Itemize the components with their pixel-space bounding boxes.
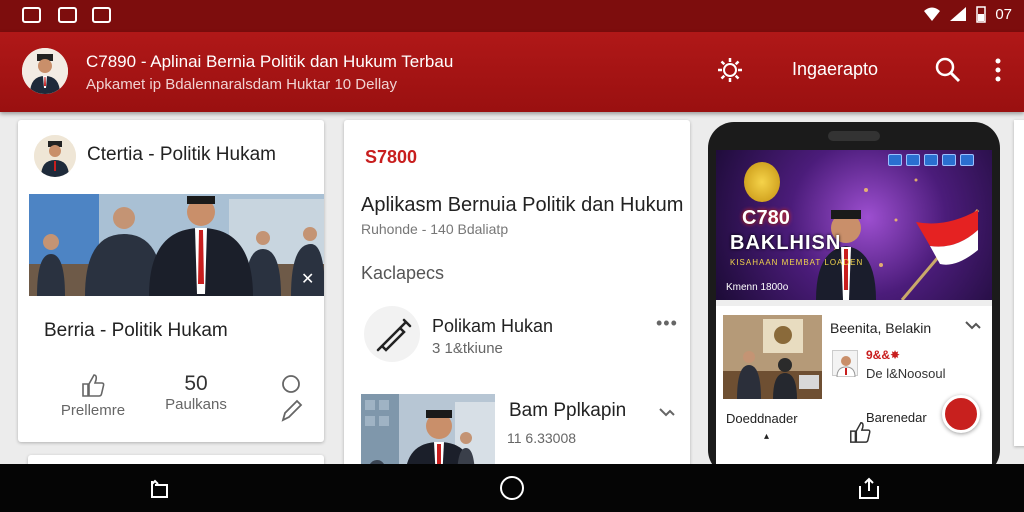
svg-text:✕: ✕ — [301, 269, 314, 288]
stat-value: 50 — [184, 372, 208, 395]
footer-right-label[interactable]: Barenedar — [866, 410, 927, 425]
phone-speaker — [828, 131, 880, 141]
item-badge-subtitle: De l&Noosoul — [866, 366, 946, 381]
search-button[interactable] — [934, 56, 962, 89]
app-code: S7800 — [365, 147, 418, 167]
navigation-bar — [0, 464, 1024, 512]
mini-avatar — [832, 350, 858, 378]
phone-mockup: C780 BAKLHISN KISAHAAN MEMBAT LOADEN Kme… — [708, 122, 1000, 476]
wifi-icon — [924, 7, 941, 21]
section-label: Kaclapecs — [361, 263, 445, 283]
record-button[interactable] — [942, 395, 980, 433]
card-title: Ctertia - Politik Hukam — [87, 144, 276, 165]
app-title: C7890 - Aplinai Bernia Politik dan Hukum… — [86, 52, 454, 71]
signal-icon — [950, 7, 967, 21]
news-image[interactable]: ✕ — [29, 194, 324, 296]
list-item-subtitle: 3 1&tkiune — [432, 340, 503, 357]
stat-prellemre[interactable]: Prellemre — [48, 372, 138, 419]
nav-recent-icon — [859, 477, 879, 499]
status-time: 07 — [995, 5, 1012, 23]
emblem-logo — [744, 162, 780, 202]
list-item-title[interactable]: Beenita, Belakin — [830, 320, 931, 336]
pencil-icon — [281, 399, 303, 422]
syringe-icon — [364, 306, 420, 362]
phone-screen: C780 BAKLHISN KISAHAAN MEMBAT LOADEN Kme… — [716, 150, 992, 470]
battery-icon — [976, 6, 987, 23]
footer-left-label[interactable]: Doeddnader — [726, 411, 798, 426]
app-subtitle: Apkamet ip Bdalennaralsdam Huktar 10 Del… — [86, 76, 397, 93]
thumb-up-icon — [82, 374, 105, 397]
banner-title: BAKLHISN — [730, 232, 842, 254]
gear-icon — [718, 58, 742, 82]
divider — [716, 300, 992, 306]
stat-label: Prellemre — [60, 402, 126, 419]
avatar[interactable] — [22, 48, 68, 94]
news-card[interactable]: Ctertia - Politik Hukam ✕ Berria - Polit… — [18, 120, 324, 442]
status-indicators: 07 — [923, 5, 1012, 23]
list-item-title[interactable]: Bam Pplkapin — [509, 400, 626, 422]
detail-title: Aplikasm Bernuia Politik dan Hukum — [361, 194, 684, 216]
card-headline: Berria - Politik Hukam — [44, 320, 228, 341]
banner-tagline: KISAHAAN MEMBAT LOADEN — [730, 258, 864, 267]
detail-subtitle: Ruhonde - 140 Bdaliatp — [361, 221, 509, 237]
more-vert-icon — [995, 58, 1001, 82]
notification-icon — [92, 7, 111, 23]
stat-paulkans[interactable]: 50 Paulkans — [156, 372, 236, 413]
notification-icon — [22, 7, 41, 23]
list-item-title[interactable]: Polikam Hukan — [432, 316, 553, 337]
search-icon — [935, 57, 961, 83]
notification-icon — [58, 7, 77, 23]
more-horiz-icon[interactable]: ••• — [656, 313, 678, 334]
circle-icon — [281, 375, 303, 422]
app-bar: C7890 - Aplinai Bernia Politik dan Hukum… — [0, 32, 1024, 112]
edit-action[interactable] — [276, 374, 306, 430]
status-bar: 07 — [0, 0, 1024, 32]
share-icon[interactable] — [964, 318, 982, 339]
item-badge: 9&&✸ — [866, 348, 901, 362]
banner-toolbar — [888, 154, 974, 166]
nav-recent-button[interactable] — [856, 476, 882, 507]
settings-button[interactable] — [716, 56, 744, 89]
app-bar-action[interactable]: Ingaerapto — [792, 59, 878, 80]
stat-label: Paulkans — [165, 396, 227, 413]
list-item-subtitle: 11 6.33008 — [507, 430, 577, 446]
nav-back-button[interactable] — [146, 476, 172, 507]
banner-caption: Kmenn 1800o — [726, 282, 789, 293]
banner-code: C780 — [742, 207, 790, 229]
detail-card[interactable]: S7800 Aplikasm Bernuia Politik dan Hukum… — [344, 120, 690, 480]
list-item-thumbnail[interactable] — [723, 315, 822, 399]
share-icon[interactable] — [657, 403, 677, 428]
caret-up-icon: ▴ — [764, 431, 770, 442]
nav-home-icon[interactable] — [500, 476, 524, 500]
more-button[interactable] — [988, 56, 1008, 89]
avatar — [34, 135, 76, 177]
nav-back-icon — [151, 479, 168, 498]
promo-banner[interactable]: C780 BAKLHISN KISAHAAN MEMBAT LOADEN Kme… — [716, 150, 992, 300]
next-card-peek[interactable] — [1014, 120, 1024, 446]
